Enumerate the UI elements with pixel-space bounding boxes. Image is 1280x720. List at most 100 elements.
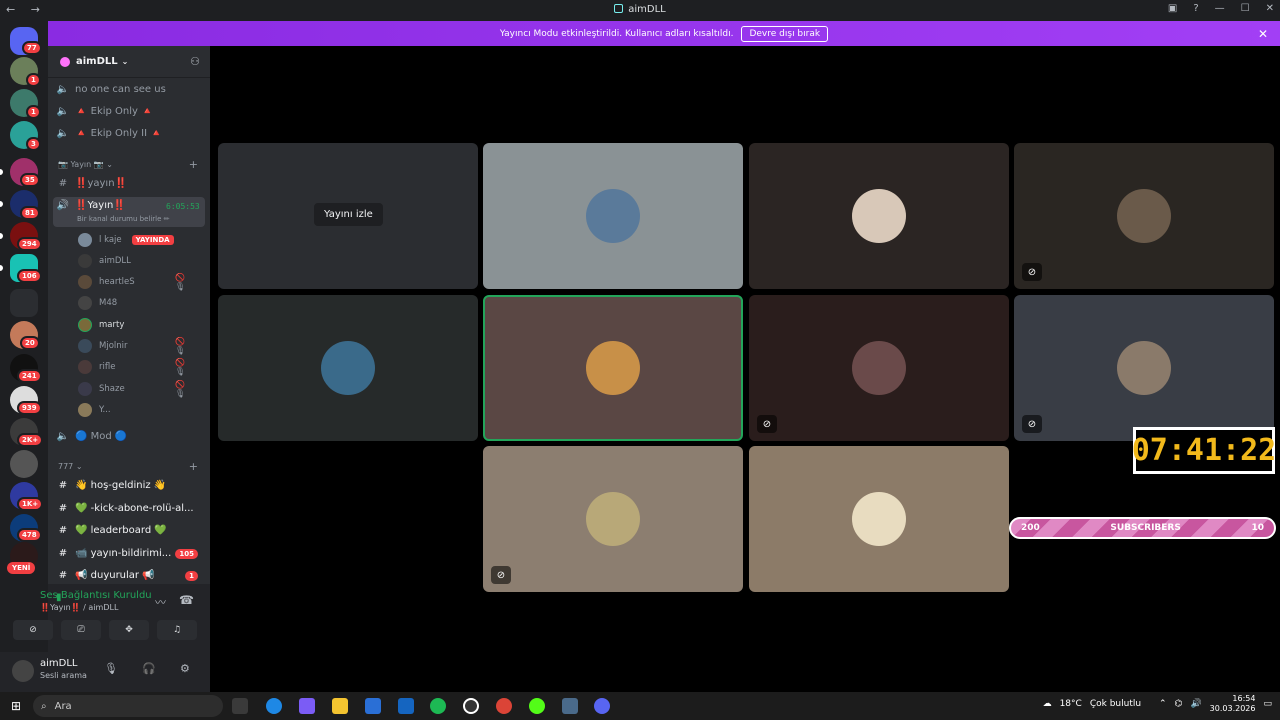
activities-button[interactable]: ✥ xyxy=(109,620,149,640)
server-icon[interactable] xyxy=(10,450,38,478)
minimize-button[interactable]: — xyxy=(1215,3,1225,14)
unread-pill xyxy=(0,169,3,175)
voice-user[interactable]: Mjolnir 🚫🎙 xyxy=(78,337,185,355)
notification-icon[interactable]: ▭ xyxy=(1263,699,1272,709)
spotify-icon[interactable] xyxy=(430,698,446,714)
screen-share-button[interactable]: ⎚ xyxy=(61,620,101,640)
deafened-icon: ⊘ xyxy=(491,566,511,584)
disable-button[interactable]: Devre dışı bırak xyxy=(741,25,829,42)
text-channel[interactable]: # 📹 yayın-bildirimi... xyxy=(56,548,172,559)
app-icon[interactable] xyxy=(463,698,479,714)
headphones-icon[interactable]: 🎧 xyxy=(142,662,156,675)
user-tile[interactable]: ⊘ xyxy=(483,446,743,592)
text-channel[interactable]: # 👋 hoş-geldiniz 👋 xyxy=(56,480,167,491)
speaker-icon: 🔈 xyxy=(56,431,70,442)
streamer-mode-banner: Yayıncı Modu etkinleştirildi. Kullanıcı … xyxy=(48,21,1280,46)
help-icon[interactable]: ? xyxy=(1193,3,1198,14)
voice-channel-active[interactable]: 🔊 ‼️Yayın‼️ xyxy=(56,200,126,211)
copilot-icon[interactable] xyxy=(299,698,315,714)
server-badge: 1 xyxy=(26,105,41,119)
inbox-icon[interactable]: ▣ xyxy=(1168,3,1177,14)
watch-stream-button[interactable]: Yayını izle xyxy=(314,203,383,226)
server-badge: 294 xyxy=(17,237,42,251)
edge-icon[interactable] xyxy=(266,698,282,714)
voice-user[interactable]: Shaze 🚫🎙 xyxy=(78,380,185,398)
subscriber-goal-bar: 200 SUBSCRIBERS 10 xyxy=(1009,517,1276,539)
user-tile[interactable]: ⊘ xyxy=(1014,143,1274,289)
add-channel-icon[interactable]: + xyxy=(189,158,198,171)
avatar[interactable] xyxy=(12,660,34,682)
avatar xyxy=(586,341,640,395)
volume-icon[interactable]: 🔊 xyxy=(1190,699,1201,709)
close-window-button[interactable]: ✕ xyxy=(1266,3,1274,14)
user-tile-speaking[interactable] xyxy=(483,295,743,441)
user-tile[interactable]: ⊘ xyxy=(1014,295,1274,441)
maximize-button[interactable]: ☐ xyxy=(1241,3,1250,14)
disconnect-icon[interactable]: ☎ xyxy=(179,593,194,607)
chrome-icon[interactable] xyxy=(496,698,512,714)
user-tile[interactable] xyxy=(749,446,1009,592)
tray-chevron-icon[interactable]: ⌃ xyxy=(1159,699,1167,709)
user-tile[interactable]: ⊘ xyxy=(749,295,1009,441)
task-view-icon[interactable] xyxy=(232,698,248,714)
deafened-icon: ⊘ xyxy=(1022,263,1042,281)
taskbar-search[interactable]: ⌕ Ara xyxy=(33,695,223,717)
avatar xyxy=(78,403,92,417)
server-header[interactable]: aimDLL ⌄ ⚇ xyxy=(48,46,210,78)
app-icon[interactable] xyxy=(562,698,578,714)
windows-start-icon[interactable]: ⊞ xyxy=(11,699,21,713)
clock[interactable]: 16:54 30.03.2026 xyxy=(1210,694,1256,714)
user-tile[interactable] xyxy=(218,295,478,441)
channel-status[interactable]: Bir kanal durumu belirle ✏ xyxy=(77,215,170,223)
kick-icon[interactable] xyxy=(529,698,545,714)
avatar xyxy=(321,341,375,395)
user-status: Sesli arama xyxy=(40,671,87,680)
voice-user[interactable]: marty xyxy=(78,318,124,332)
app-icon xyxy=(614,4,624,13)
invite-icon[interactable]: ⚇ xyxy=(190,55,200,68)
hash-icon: # xyxy=(58,525,68,536)
voice-user[interactable]: Y... xyxy=(78,403,111,417)
camera-button[interactable]: ⊘ xyxy=(13,620,53,640)
server-badge: 2K+ xyxy=(17,433,44,447)
voice-channel[interactable]: 🔈 🔺 Ekip Only 🔺 xyxy=(56,106,154,117)
microphone-icon[interactable]: 🎙 xyxy=(104,662,118,675)
banner-text: Yayıncı Modu etkinleştirildi. Kullanıcı … xyxy=(499,28,734,39)
voice-user[interactable]: aimDLL xyxy=(78,254,131,268)
file-explorer-icon[interactable] xyxy=(332,698,348,714)
chevron-down-icon: ⌄ xyxy=(121,57,129,66)
close-icon[interactable]: ✕ xyxy=(1258,27,1268,41)
text-channel[interactable]: # 💚 -kick-abone-rolü-al... xyxy=(56,503,194,514)
voice-channel[interactable]: 🔈 🔵 Mod 🔵 xyxy=(56,431,128,442)
voice-channel[interactable]: 🔈 no one can see us xyxy=(56,84,166,95)
weather-icon[interactable]: ☁ xyxy=(1043,699,1052,709)
settings-gear-icon[interactable]: ⚙ xyxy=(180,662,190,675)
voice-user[interactable]: rifle 🚫🎙 xyxy=(78,358,185,376)
voice-channel[interactable]: 🔈 🔺 Ekip Only II 🔺 xyxy=(56,128,163,139)
avatar xyxy=(852,189,906,243)
voice-user[interactable]: l kaje YAYINDA xyxy=(78,233,174,247)
add-channel-icon[interactable]: + xyxy=(189,460,198,473)
avatar xyxy=(1117,189,1171,243)
category-stream[interactable]: 📷 Yayın 📷 ⌄ xyxy=(58,160,113,169)
voice-status[interactable]: Ses Bağlantısı Kuruldu xyxy=(40,590,152,601)
network-icon[interactable]: ⌬ xyxy=(1175,699,1183,709)
video-grid: Yayını izle ⊘ ⊘ ⊘ ⊘ xyxy=(210,46,1280,692)
voice-user[interactable]: M48 xyxy=(78,296,117,310)
store-icon[interactable] xyxy=(365,698,381,714)
stream-tile[interactable]: Yayını izle xyxy=(218,143,478,289)
text-channel[interactable]: # 💚 leaderboard 💚 xyxy=(56,525,167,536)
user-tile[interactable] xyxy=(483,143,743,289)
folder-icon[interactable] xyxy=(10,289,38,317)
noise-suppression-icon[interactable]: 〰 xyxy=(155,594,166,610)
category-777[interactable]: 777 ⌄ xyxy=(58,462,83,471)
mail-icon[interactable] xyxy=(398,698,414,714)
text-channel[interactable]: # ‼️yayın‼️ xyxy=(56,178,127,189)
text-channel[interactable]: # 📢 duyurular 📢 xyxy=(56,570,155,581)
user-tile[interactable] xyxy=(749,143,1009,289)
server-badge: 20 xyxy=(20,336,40,350)
goal-label: SUBSCRIBERS xyxy=(1110,523,1181,533)
voice-user[interactable]: heartleS 🚫🎙 xyxy=(78,273,185,291)
discord-icon[interactable] xyxy=(594,698,610,714)
soundboard-button[interactable]: ♫ xyxy=(157,620,197,640)
